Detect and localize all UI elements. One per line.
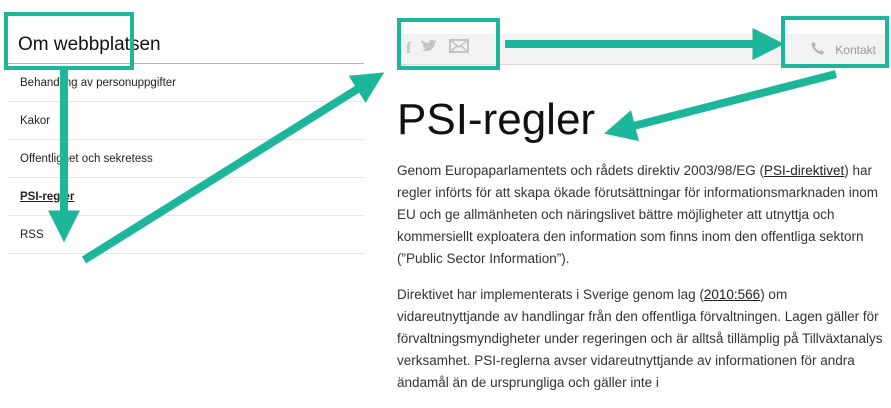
psi-direktivet-link[interactable]: PSI-direktivet [764,163,844,178]
p1-text-start: Genom Europaparlamentets och rådets dire… [397,163,764,178]
sidebar-nav: Behandling av personuppgifter Kakor Offe… [8,64,364,254]
p1-text-end: ) har regler införts för att skapa ökade… [397,163,878,266]
paragraph-2: Direktivet har implementerats i Sverige … [397,284,887,394]
p2-text-start: Direktivet har implementerats i Sverige … [397,287,704,302]
law-2010-566-link[interactable]: 2010:566 [704,287,760,302]
main-content: Genom Europaparlamentets och rådets dire… [397,160,887,408]
highlight-box-sidebar-title [4,12,134,70]
p2-text-end: ) om vidareutnyttjande av handlingar frå… [397,287,883,390]
sidebar-item-rss[interactable]: RSS [8,216,364,254]
sidebar-item-psi-regler[interactable]: PSI-regler [8,178,364,216]
paragraph-1: Genom Europaparlamentets och rådets dire… [397,160,887,270]
highlight-box-social-icons [397,18,500,70]
sidebar-item-kakor[interactable]: Kakor [8,102,364,140]
arrow-to-title [604,70,837,142]
sidebar-item-offentlighet[interactable]: Offentlighet och sekretess [8,140,364,178]
highlight-box-contact [781,16,889,68]
page-title: PSI-regler [397,95,596,144]
